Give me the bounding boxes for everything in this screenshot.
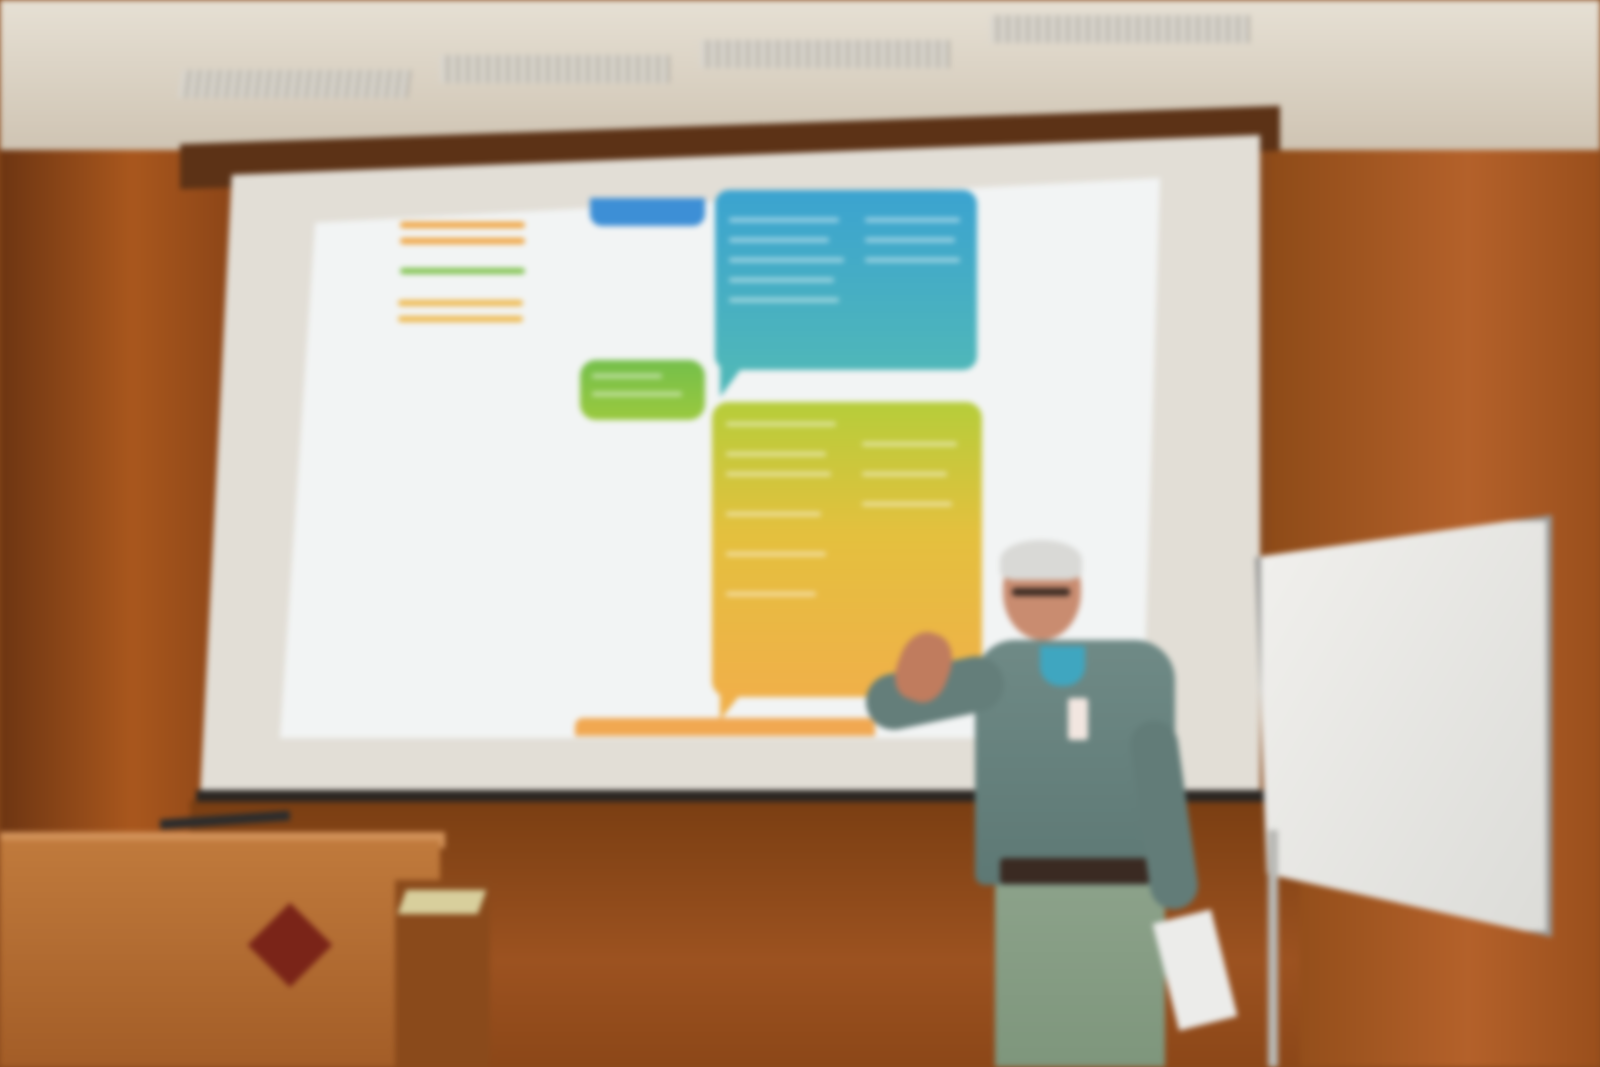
papers-on-lectern xyxy=(397,890,487,914)
slide-bubble-tail xyxy=(720,365,744,397)
presenter-hair xyxy=(1000,540,1082,580)
presenter-belt xyxy=(1000,858,1150,884)
presenter-glasses xyxy=(1012,588,1070,596)
ceiling-vent xyxy=(700,40,950,68)
slide-legend-line xyxy=(400,268,525,274)
slide-orange-bar xyxy=(575,718,875,736)
slide-bubble-tail xyxy=(720,690,744,720)
ceiling-vent xyxy=(440,55,670,83)
slide-legend-line xyxy=(400,238,525,244)
slide-legend-line xyxy=(400,222,525,228)
slide-legend-line xyxy=(398,300,523,306)
photo-scene xyxy=(0,0,1600,1067)
presenter-pants xyxy=(995,880,1165,1067)
slide-green-bubble xyxy=(580,360,705,420)
lectern xyxy=(0,840,440,1067)
slide-teal-bubble xyxy=(715,190,977,370)
slide-legend-line xyxy=(398,316,523,322)
whiteboard-stand xyxy=(1268,830,1278,1067)
whiteboard xyxy=(1255,515,1552,937)
ceiling-vent xyxy=(178,70,412,98)
name-badge xyxy=(1068,698,1088,740)
presenter-collar xyxy=(1040,646,1085,686)
ceiling-vent xyxy=(990,15,1250,43)
slide-blue-tab xyxy=(590,198,705,226)
